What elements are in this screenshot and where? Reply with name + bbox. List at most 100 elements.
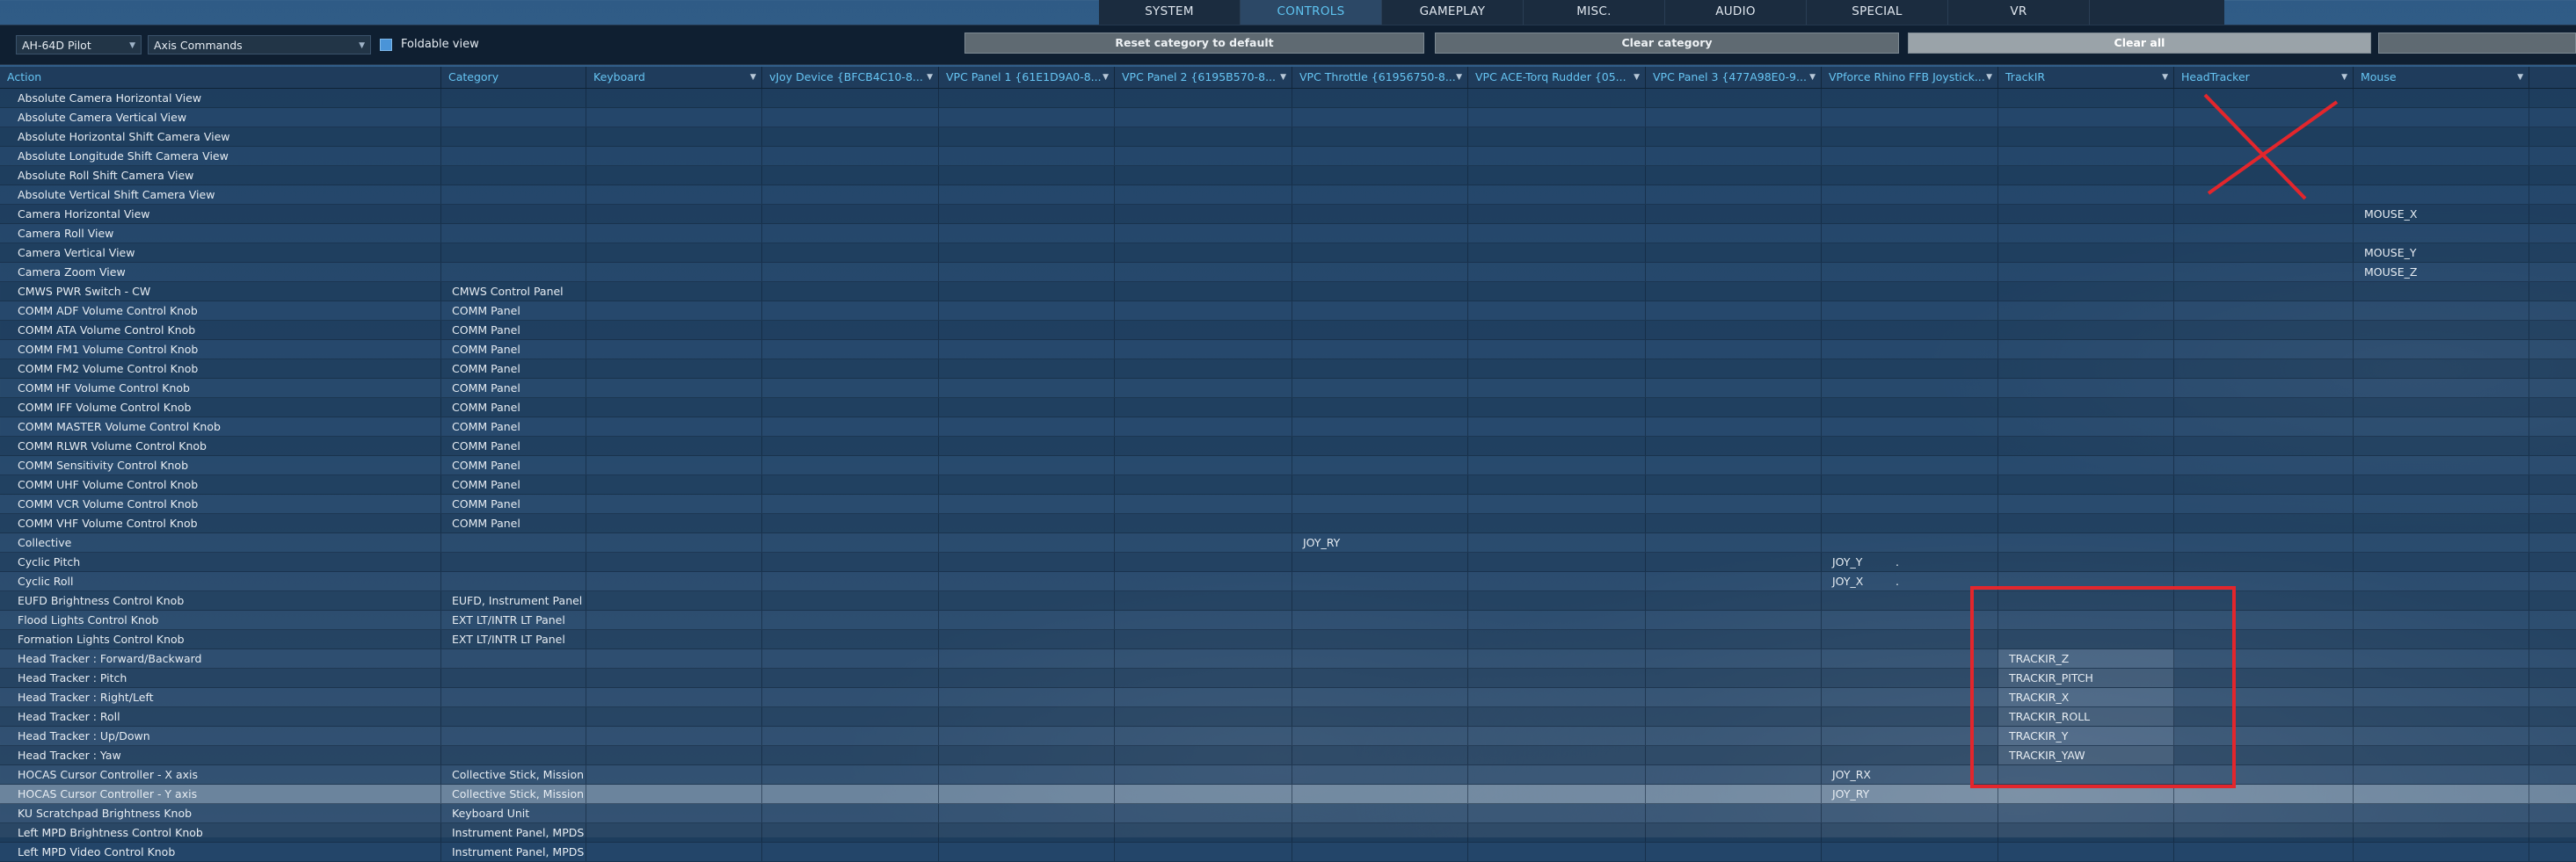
- binding-cell[interactable]: [1468, 379, 1646, 397]
- binding-cell[interactable]: [1646, 804, 1822, 822]
- binding-cell[interactable]: [586, 669, 762, 687]
- binding-cell[interactable]: [1646, 785, 1822, 803]
- binding-cell[interactable]: [1292, 224, 1468, 243]
- binding-cell[interactable]: [1115, 108, 1292, 127]
- binding-cell[interactable]: [762, 591, 939, 610]
- column-header[interactable]: VPC Panel 3 {477A98E0-9... ▼: [1646, 67, 1822, 88]
- binding-cell[interactable]: [1998, 147, 2174, 165]
- binding-cell[interactable]: [1115, 707, 1292, 726]
- binding-cell[interactable]: [1822, 127, 1998, 146]
- table-row[interactable]: Absolute Horizontal Shift Camera View: [0, 127, 2576, 147]
- binding-cell[interactable]: [1292, 340, 1468, 359]
- binding-cell[interactable]: [586, 475, 762, 494]
- binding-cell[interactable]: [1292, 843, 1468, 861]
- binding-cell[interactable]: [939, 765, 1115, 784]
- binding-cell[interactable]: [2354, 688, 2529, 706]
- binding-cell[interactable]: [1822, 166, 1998, 185]
- binding-cell[interactable]: [2174, 843, 2354, 861]
- binding-cell[interactable]: [939, 456, 1115, 474]
- binding-cell[interactable]: [762, 205, 939, 223]
- binding-cell[interactable]: [1998, 321, 2174, 339]
- binding-cell[interactable]: [1998, 108, 2174, 127]
- binding-cell[interactable]: [2354, 630, 2529, 648]
- binding-cell[interactable]: [1468, 611, 1646, 629]
- binding-cell[interactable]: [2354, 533, 2529, 552]
- binding-cell[interactable]: [762, 127, 939, 146]
- binding-cell[interactable]: [1468, 456, 1646, 474]
- binding-cell[interactable]: [1646, 688, 1822, 706]
- binding-cell[interactable]: [1468, 321, 1646, 339]
- binding-cell[interactable]: [1646, 263, 1822, 281]
- binding-cell[interactable]: [1115, 514, 1292, 532]
- binding-cell[interactable]: [1998, 127, 2174, 146]
- binding-cell[interactable]: [1292, 359, 1468, 378]
- column-header[interactable]: VPC Panel 2 {6195B570-8... ▼: [1115, 67, 1292, 88]
- binding-cell[interactable]: [1822, 321, 1998, 339]
- binding-cell[interactable]: [1822, 533, 1998, 552]
- binding-cell[interactable]: [1292, 514, 1468, 532]
- binding-cell[interactable]: [1292, 89, 1468, 107]
- binding-cell[interactable]: [2174, 301, 2354, 320]
- binding-cell[interactable]: [2174, 417, 2354, 436]
- binding-cell[interactable]: [1822, 147, 1998, 165]
- binding-cell[interactable]: [1468, 669, 1646, 687]
- binding-cell[interactable]: [2354, 746, 2529, 764]
- binding-cell[interactable]: [586, 359, 762, 378]
- binding-cell[interactable]: [2354, 224, 2529, 243]
- binding-cell[interactable]: [586, 166, 762, 185]
- binding-cell[interactable]: [2174, 495, 2354, 513]
- binding-cell[interactable]: [1646, 707, 1822, 726]
- binding-cell[interactable]: [762, 243, 939, 262]
- binding-cell[interactable]: [1292, 495, 1468, 513]
- binding-cell[interactable]: [939, 89, 1115, 107]
- binding-cell[interactable]: [1468, 630, 1646, 648]
- binding-cell[interactable]: [1292, 553, 1468, 571]
- binding-cell[interactable]: [586, 630, 762, 648]
- binding-cell[interactable]: [586, 301, 762, 320]
- binding-cell[interactable]: [1646, 417, 1822, 436]
- table-row[interactable]: COMM HF Volume Control Knob COMM Panel: [0, 379, 2576, 398]
- binding-cell[interactable]: [2174, 804, 2354, 822]
- binding-cell[interactable]: [1115, 282, 1292, 301]
- binding-cell[interactable]: [762, 630, 939, 648]
- binding-cell[interactable]: [762, 417, 939, 436]
- binding-cell[interactable]: [2354, 495, 2529, 513]
- binding-cell[interactable]: [2354, 340, 2529, 359]
- binding-cell[interactable]: [762, 785, 939, 803]
- binding-cell[interactable]: [2354, 611, 2529, 629]
- binding-cell[interactable]: [2354, 108, 2529, 127]
- binding-cell[interactable]: [586, 572, 762, 590]
- binding-cell[interactable]: [1115, 649, 1292, 668]
- table-row[interactable]: COMM UHF Volume Control Knob COMM Panel: [0, 475, 2576, 495]
- binding-cell[interactable]: [586, 224, 762, 243]
- binding-cell[interactable]: [1822, 437, 1998, 455]
- binding-cell[interactable]: [939, 611, 1115, 629]
- binding-cell[interactable]: [762, 553, 939, 571]
- binding-cell[interactable]: [1115, 166, 1292, 185]
- binding-cell[interactable]: [2354, 572, 2529, 590]
- binding-cell[interactable]: [586, 127, 762, 146]
- binding-cell[interactable]: [1646, 630, 1822, 648]
- column-header[interactable]: vJoy Device {BFCB4C10-8... ▼: [762, 67, 939, 88]
- binding-cell[interactable]: [2354, 89, 2529, 107]
- binding-cell[interactable]: [1646, 823, 1822, 842]
- binding-cell[interactable]: [1115, 611, 1292, 629]
- binding-cell[interactable]: [1646, 359, 1822, 378]
- column-header[interactable]: Category: [441, 67, 586, 88]
- binding-cell[interactable]: [1822, 359, 1998, 378]
- binding-cell[interactable]: [586, 185, 762, 204]
- binding-cell[interactable]: [1292, 669, 1468, 687]
- binding-cell[interactable]: [1115, 765, 1292, 784]
- binding-cell[interactable]: [762, 147, 939, 165]
- binding-cell[interactable]: [2354, 649, 2529, 668]
- binding-cell[interactable]: [2354, 843, 2529, 861]
- binding-cell[interactable]: [1822, 243, 1998, 262]
- binding-cell[interactable]: [1292, 688, 1468, 706]
- binding-cell[interactable]: [1822, 804, 1998, 822]
- binding-cell[interactable]: [1115, 630, 1292, 648]
- binding-cell[interactable]: [2174, 205, 2354, 223]
- binding-cell[interactable]: [1998, 417, 2174, 436]
- binding-cell[interactable]: [586, 727, 762, 745]
- binding-cell[interactable]: [1998, 224, 2174, 243]
- binding-cell[interactable]: [1646, 301, 1822, 320]
